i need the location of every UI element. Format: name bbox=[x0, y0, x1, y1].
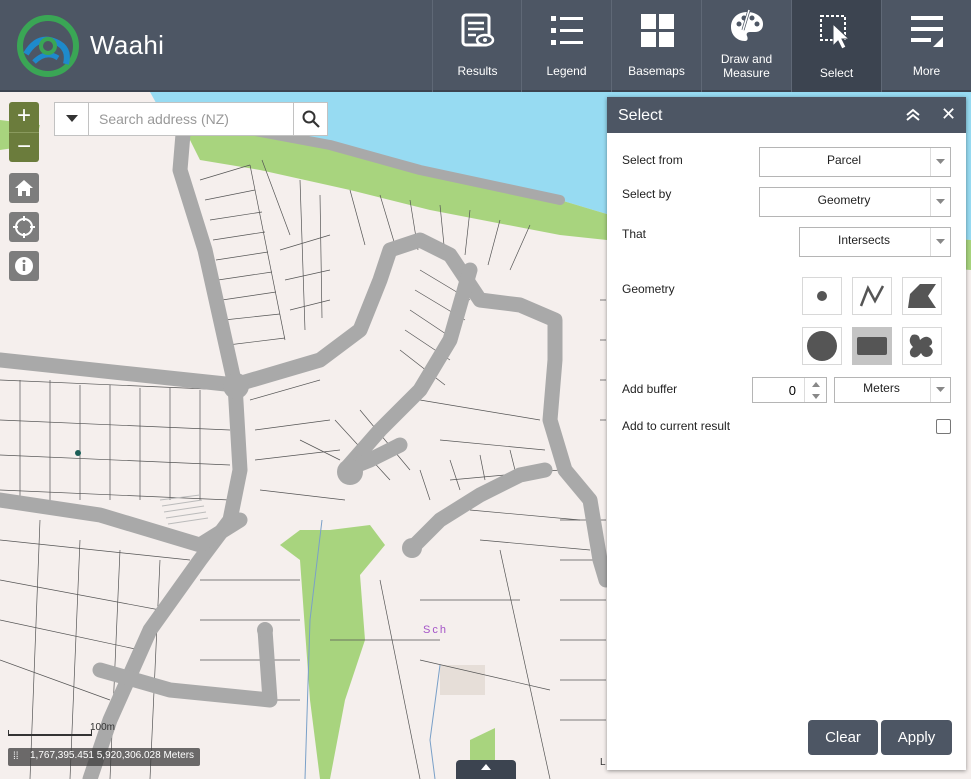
results-label: Results bbox=[457, 64, 498, 78]
rectangle-icon bbox=[857, 337, 887, 355]
polyline-tool-button[interactable] bbox=[852, 277, 892, 315]
home-icon bbox=[15, 180, 33, 196]
caret-up-icon bbox=[481, 764, 491, 770]
zoom-controls: + − bbox=[9, 102, 39, 162]
school-label: Sch bbox=[423, 624, 448, 636]
more-tool-button[interactable]: More bbox=[881, 0, 971, 92]
coordinate-text: 1,767,395.451 5,920,306.028 Meters bbox=[30, 750, 195, 761]
apply-button[interactable]: Apply bbox=[881, 720, 952, 755]
polygon-tool-button[interactable] bbox=[902, 277, 942, 315]
locate-icon bbox=[13, 216, 35, 238]
stepper-down-button[interactable] bbox=[805, 390, 826, 402]
attribution-text: L bbox=[600, 757, 606, 768]
caret-down-icon bbox=[811, 393, 820, 399]
scale-bar-line bbox=[8, 730, 92, 736]
geometry-label: Geometry bbox=[622, 282, 675, 296]
circle-icon bbox=[807, 331, 837, 361]
point-tool-button[interactable] bbox=[802, 277, 842, 315]
add-to-result-checkbox[interactable] bbox=[936, 419, 951, 434]
home-button[interactable] bbox=[9, 173, 39, 203]
more-icon bbox=[911, 16, 943, 47]
zoom-out-button[interactable]: − bbox=[9, 132, 39, 162]
select-from-dropdown[interactable]: Parcel bbox=[759, 147, 951, 177]
select-from-value: Parcel bbox=[826, 153, 861, 167]
freehand-polygon-tool-button[interactable] bbox=[902, 327, 942, 365]
chevron-down-icon bbox=[936, 387, 945, 392]
buffer-distance-value: 0 bbox=[788, 383, 796, 398]
that-label: That bbox=[622, 227, 647, 241]
coordinate-readout[interactable]: ⁞⁞ 1,767,395.451 5,920,306.028 Meters bbox=[8, 748, 201, 766]
bottom-panel-toggle[interactable] bbox=[456, 760, 516, 779]
freehand-polygon-icon bbox=[909, 334, 933, 358]
scale-text: 100m bbox=[90, 722, 116, 733]
buffer-label: Add buffer bbox=[622, 382, 678, 396]
select-from-label: Select from bbox=[622, 153, 683, 167]
spatial-relationship-dropdown[interactable]: Intersects bbox=[799, 227, 951, 257]
legend-label: Legend bbox=[546, 64, 587, 78]
add-to-result-label: Add to current result bbox=[622, 419, 731, 433]
buffer-distance-stepper[interactable]: 0 bbox=[752, 377, 827, 403]
more-label: More bbox=[912, 64, 941, 78]
circle-tool-button[interactable] bbox=[802, 327, 842, 365]
coordinate-grid-icon: ⁞⁞ bbox=[13, 751, 19, 762]
legend-icon bbox=[551, 16, 583, 45]
results-tool-button[interactable]: Results bbox=[432, 0, 522, 92]
locate-button[interactable] bbox=[9, 212, 39, 242]
collapse-icon[interactable] bbox=[905, 108, 921, 122]
search-button[interactable] bbox=[293, 103, 327, 135]
chevron-down-icon bbox=[936, 239, 945, 244]
buffer-unit-value: Meters bbox=[863, 381, 900, 395]
close-icon[interactable]: ✕ bbox=[941, 105, 957, 123]
select-tool-button[interactable]: Select bbox=[791, 0, 881, 92]
point-icon bbox=[817, 291, 827, 301]
waahi-logo bbox=[17, 15, 79, 77]
results-icon bbox=[461, 13, 495, 47]
info-icon bbox=[15, 257, 33, 275]
basemaps-tool-button[interactable]: Basemaps bbox=[611, 0, 701, 92]
chevron-down-icon bbox=[936, 199, 945, 204]
select-panel: Select ✕ Select from Parcel Select by Ge… bbox=[607, 97, 966, 770]
select-cursor-icon bbox=[820, 15, 851, 50]
select-by-dropdown[interactable]: Geometry bbox=[759, 187, 951, 217]
clear-button[interactable]: Clear bbox=[808, 720, 878, 755]
palette-icon bbox=[731, 9, 763, 41]
draw-measure-tool-button[interactable]: Draw and Measure bbox=[701, 0, 791, 92]
location-point bbox=[75, 450, 81, 456]
legend-tool-button[interactable]: Legend bbox=[521, 0, 611, 92]
info-button[interactable] bbox=[9, 251, 39, 281]
app-title: Waahi bbox=[90, 30, 165, 60]
caret-down-icon bbox=[65, 115, 78, 122]
zoom-in-button[interactable]: + bbox=[9, 102, 39, 132]
panel-title: Select bbox=[618, 107, 663, 124]
app-header: Waahi Results Legend Basemaps Draw and M… bbox=[0, 0, 971, 92]
polyline-icon bbox=[859, 285, 885, 307]
search-icon bbox=[302, 110, 320, 128]
search-input[interactable] bbox=[89, 103, 293, 135]
buffer-unit-dropdown[interactable]: Meters bbox=[834, 377, 951, 403]
select-panel-header: Select ✕ bbox=[607, 97, 966, 133]
chevron-down-icon bbox=[936, 159, 945, 164]
select-by-value: Geometry bbox=[817, 193, 871, 207]
basemaps-icon bbox=[641, 14, 674, 47]
rectangle-tool-button[interactable] bbox=[852, 327, 892, 365]
polygon-icon bbox=[908, 284, 936, 308]
caret-up-icon bbox=[811, 381, 820, 387]
select-label: Select bbox=[819, 66, 854, 80]
spatial-relationship-value: Intersects bbox=[837, 233, 891, 247]
basemaps-label: Basemaps bbox=[628, 64, 685, 78]
draw-measure-label: Draw and Measure bbox=[720, 52, 773, 80]
select-by-label: Select by bbox=[622, 187, 672, 201]
search-source-dropdown[interactable] bbox=[55, 103, 89, 135]
address-search bbox=[54, 102, 328, 136]
stepper-up-button[interactable] bbox=[805, 378, 826, 390]
